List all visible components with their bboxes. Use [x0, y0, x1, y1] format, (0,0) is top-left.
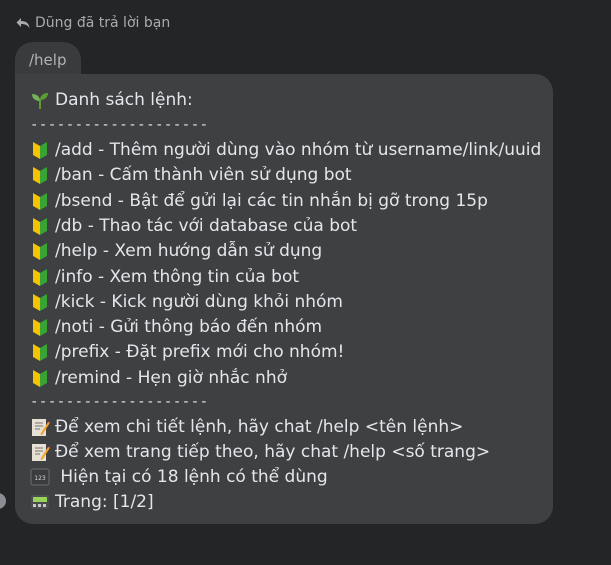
- command-item: /db - Thao tác với database của bot: [30, 215, 357, 237]
- command-item: /kick - Kick người dùng khỏi nhóm: [30, 291, 343, 313]
- seedling-icon: [30, 90, 50, 110]
- command-item: /help - Xem hướng dẫn sử dụng: [30, 240, 322, 262]
- avatar[interactable]: [0, 493, 6, 509]
- beginner-badge-icon: [30, 191, 50, 211]
- command-item: /info - Xem thông tin của bot: [30, 266, 299, 288]
- reply-arrow-icon: [16, 17, 30, 29]
- reply-header: Dũng đã trả lời bạn: [16, 14, 170, 32]
- footer-line-2: Để xem trang tiếp theo, hãy chat /help <…: [30, 441, 490, 463]
- memo-icon: [30, 442, 50, 462]
- quoted-message-text: /help: [29, 51, 67, 69]
- footer-line-4: Trang: [1/2]: [30, 491, 154, 513]
- reply-header-text: Dũng đã trả lời bạn: [35, 15, 171, 31]
- command-item-text: /add - Thêm người dùng vào nhóm từ usern…: [55, 140, 542, 160]
- svg-text:123: 123: [34, 475, 46, 482]
- command-item-text: /remind - Hẹn giờ nhắc nhở: [55, 367, 287, 388]
- command-item: /bsend - Bật để gửi lại các tin nhắn bị …: [30, 190, 488, 212]
- beginner-badge-icon: [30, 241, 50, 261]
- chat-view: Dũng đã trả lời bạn /help Danh sách lệnh…: [0, 0, 611, 565]
- footer-line-4-text: Trang: [1/2]: [55, 492, 154, 512]
- memo-icon: [30, 417, 50, 437]
- beginner-badge-icon: [30, 292, 50, 312]
- pager-icon: [30, 492, 50, 512]
- beginner-badge-icon: [30, 216, 50, 236]
- separator-top-text: --------------------: [30, 117, 209, 133]
- command-item: /prefix - Đặt prefix mới cho nhóm!: [30, 341, 344, 363]
- command-item-text: /ban - Cấm thành viên sử dụng bot: [55, 165, 352, 186]
- command-item-text: /kick - Kick người dùng khỏi nhóm: [55, 291, 343, 312]
- command-item-text: /bsend - Bật để gửi lại các tin nhắn bị …: [55, 190, 488, 211]
- footer-line-3: 123 Hiện tại có 18 lệnh có thể dùng: [30, 466, 328, 488]
- command-item: /ban - Cấm thành viên sử dụng bot: [30, 164, 352, 186]
- command-item-text: /noti - Gửi thông báo đến nhóm: [55, 317, 323, 338]
- message-bubble[interactable]: Danh sách lệnh: -------------------- /ad…: [15, 74, 553, 524]
- beginner-badge-icon: [30, 368, 50, 388]
- footer-line-2-text: Để xem trang tiếp theo, hãy chat /help <…: [55, 442, 491, 462]
- beginner-badge-icon: [30, 165, 50, 185]
- footer-line-1: Để xem chi tiết lệnh, hãy chat /help <tê…: [30, 416, 463, 438]
- command-item-text: /prefix - Đặt prefix mới cho nhóm!: [55, 342, 345, 363]
- beginner-badge-icon: [30, 140, 50, 160]
- beginner-badge-icon: [30, 317, 50, 337]
- message-title: Danh sách lệnh:: [30, 89, 193, 111]
- beginner-badge-icon: [30, 342, 50, 362]
- command-item-text: /info - Xem thông tin của bot: [55, 266, 300, 287]
- command-item: /remind - Hẹn giờ nhắc nhở: [30, 367, 287, 389]
- command-item: /add - Thêm người dùng vào nhóm từ usern…: [30, 139, 541, 161]
- message-title-text: Danh sách lệnh:: [55, 90, 193, 110]
- separator-bottom: --------------------: [30, 391, 209, 413]
- footer-line-1-text: Để xem chi tiết lệnh, hãy chat /help <tê…: [55, 417, 464, 437]
- separator-top: --------------------: [30, 114, 209, 136]
- beginner-badge-icon: [30, 267, 50, 287]
- command-item: /noti - Gửi thông báo đến nhóm: [30, 316, 322, 338]
- command-item-text: /db - Thao tác với database của bot: [55, 215, 358, 236]
- input-numbers-icon: 123: [30, 467, 50, 487]
- separator-bottom-text: --------------------: [30, 394, 209, 410]
- footer-line-3-text: Hiện tại có 18 lệnh có thể dùng: [55, 467, 328, 487]
- command-item-text: /help - Xem hướng dẫn sử dụng: [55, 241, 323, 262]
